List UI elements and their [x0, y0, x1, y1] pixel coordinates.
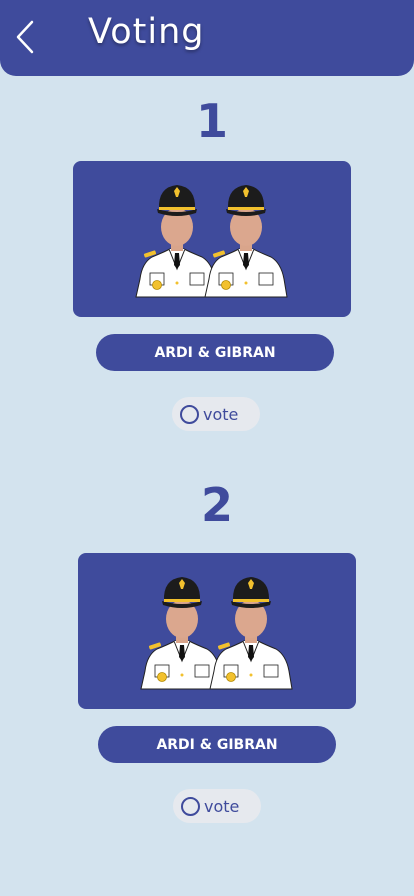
radio-button[interactable]: [181, 796, 200, 816]
chevron-left-icon: [16, 20, 34, 54]
candidate-name-button[interactable]: ARDI & GIBRAN: [98, 726, 336, 763]
app-header: Voting: [0, 0, 414, 76]
vote-label: vote: [204, 796, 240, 816]
vote-label: vote: [203, 404, 239, 424]
candidate-illustration: [135, 185, 288, 298]
candidate-number: 2: [200, 478, 233, 532]
vote-option[interactable]: vote: [173, 789, 261, 823]
back-button[interactable]: [10, 18, 40, 56]
radio-button[interactable]: [180, 404, 199, 424]
vote-option[interactable]: vote: [172, 397, 260, 431]
candidate-photo-card: [78, 553, 356, 709]
page-title: Voting: [88, 12, 205, 52]
candidate-name-button[interactable]: ARDI & GIBRAN: [96, 334, 334, 371]
candidate-number: 1: [195, 94, 228, 148]
candidate-illustration: [140, 577, 293, 690]
candidate-photo-card: [73, 161, 351, 317]
